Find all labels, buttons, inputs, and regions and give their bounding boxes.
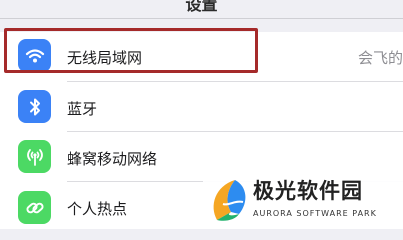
watermark-brand-subtitle: AURORA SOFTWARE PARK (253, 209, 377, 218)
nav-divider (0, 18, 403, 19)
settings-row-bluetooth[interactable]: 蓝牙 (0, 82, 403, 132)
settings-row-cellular-label: 蜂窝移动网络 (67, 150, 158, 168)
watermark-brand-name: 极光软件园 (253, 179, 363, 203)
hotspot-link-icon (18, 191, 51, 224)
bluetooth-icon (18, 90, 51, 123)
page-title: 设置 (185, 0, 218, 14)
aurora-logo-icon (213, 180, 246, 221)
settings-row-bluetooth-label: 蓝牙 (67, 100, 98, 118)
highlight-box (4, 28, 258, 73)
wlan-network-value: 会飞的 (358, 49, 403, 67)
watermark: 极光软件园 AURORA SOFTWARE PARK (203, 170, 403, 229)
settings-row-hotspot-label: 个人热点 (67, 200, 128, 218)
antenna-icon (18, 140, 51, 173)
